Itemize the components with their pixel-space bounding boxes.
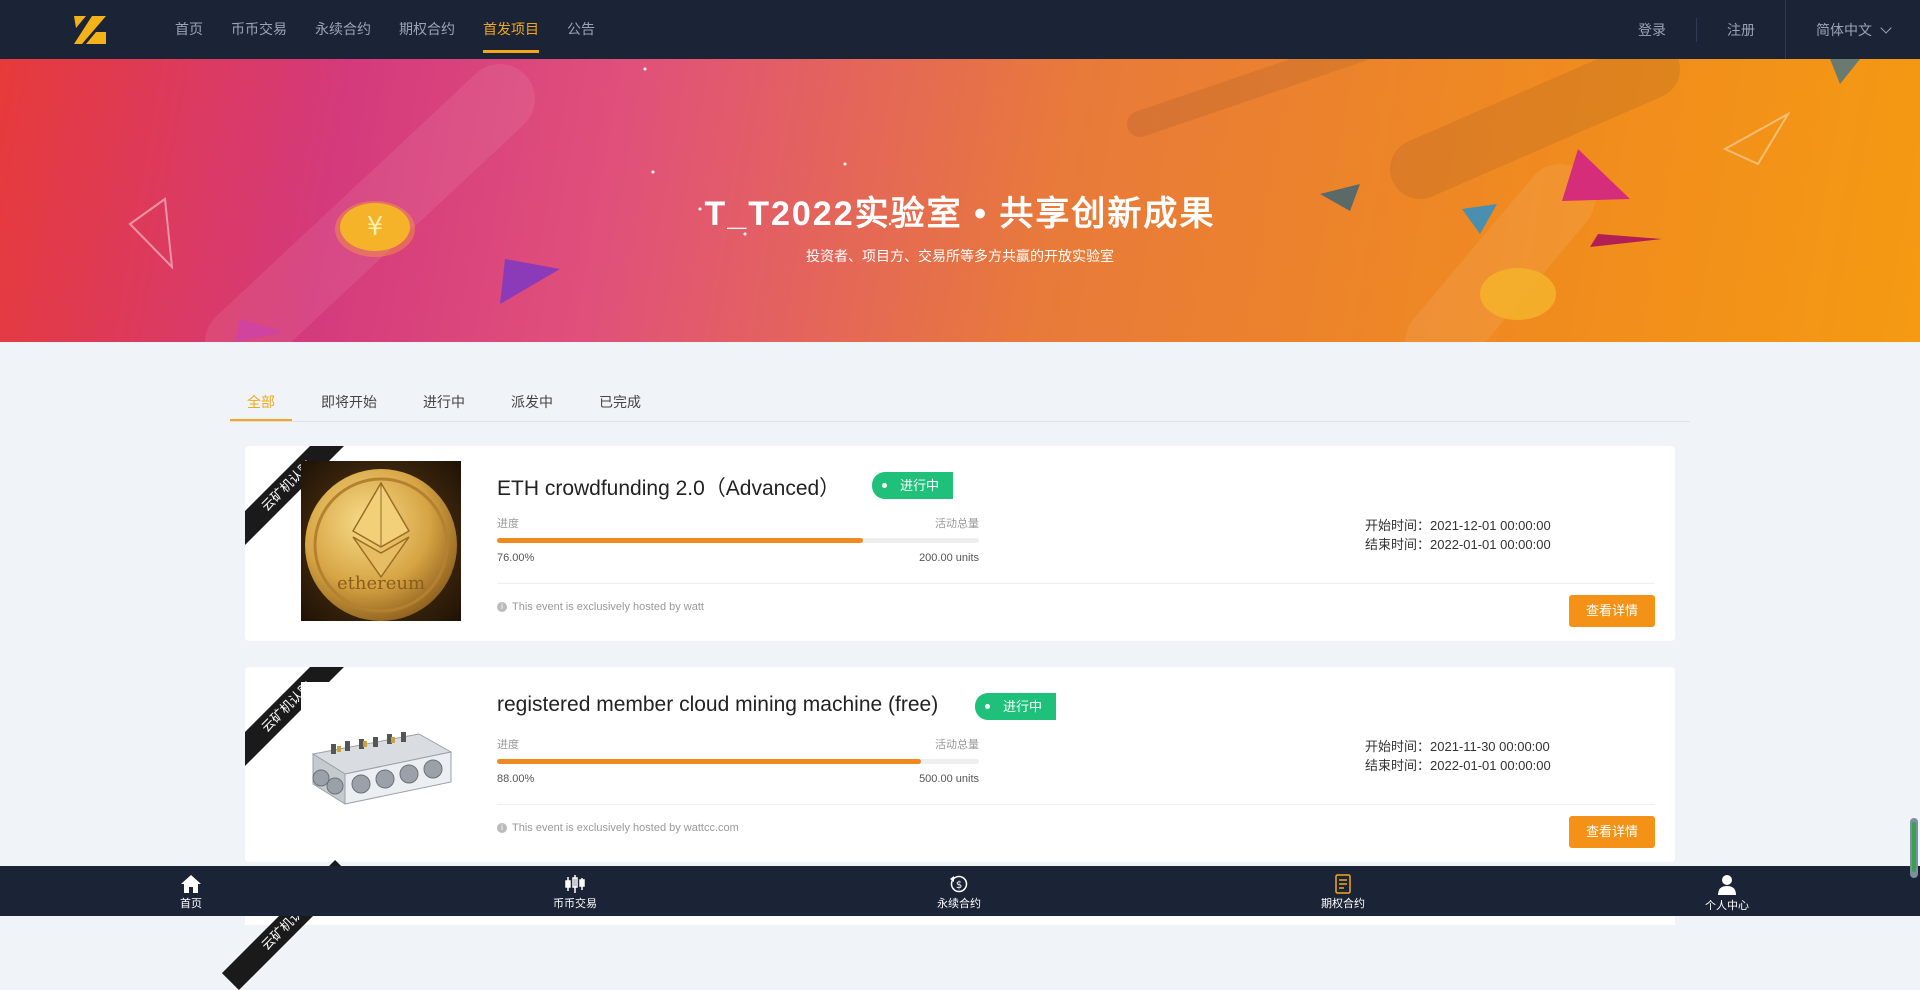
language-select[interactable]: 简体中文 — [1786, 20, 1920, 40]
mining-rig-image — [301, 682, 461, 842]
register-link[interactable]: 注册 — [1697, 20, 1785, 40]
main-nav: 首页 币币交易 永续合约 期权合约 首发项目 公告 — [175, 0, 623, 59]
bottom-nav-label: 个人中心 — [1705, 900, 1749, 912]
bottom-nav-label: 期权合约 — [1321, 898, 1365, 910]
nav-home[interactable]: 首页 — [175, 0, 203, 59]
contract-coin-icon: $ — [950, 875, 968, 893]
svg-text:ethereum: ethereum — [337, 573, 425, 594]
status-badge: 进行中 — [872, 472, 954, 499]
hero-banner: ¥ T_T2022实验室 • 共享创新成果 投资者、项目方、交易所等多方共赢的开… — [0, 59, 1920, 342]
host-note: i This event is exclusively hosted by wa… — [497, 601, 704, 613]
total-value: 200.00 units — [919, 552, 979, 564]
tab-completed[interactable]: 已完成 — [582, 385, 658, 421]
logo-icon[interactable] — [72, 12, 108, 48]
document-icon — [1335, 874, 1351, 894]
nav-options[interactable]: 期权合约 — [399, 0, 455, 59]
project-title[interactable]: ETH crowdfunding 2.0（Advanced） — [497, 472, 840, 502]
banner-title: T_T2022实验室 • 共享创新成果 — [704, 195, 1216, 233]
status-tabs: 全部 即将开始 进行中 派发中 已完成 — [230, 385, 1690, 422]
host-note: i This event is exclusively hosted by wa… — [497, 822, 739, 834]
bottom-nav-profile[interactable]: 个人中心 — [1667, 866, 1787, 916]
view-details-button[interactable]: 查看详情 — [1569, 595, 1655, 627]
chevron-down-icon — [1880, 21, 1892, 34]
login-link[interactable]: 登录 — [1608, 20, 1696, 40]
start-time: 开始时间：2021-11-30 00:00:00 — [1365, 739, 1550, 754]
ethereum-coin-image: ethereum — [301, 461, 461, 621]
bottom-nav-label: 币币交易 — [553, 898, 597, 910]
bottom-nav-perpetual[interactable]: $ 永续合约 — [899, 866, 1019, 916]
top-nav: 首页 币币交易 永续合约 期权合约 首发项目 公告 登录 注册 简体中文 — [0, 0, 1920, 59]
project-card: 云矿机认购 registered member cloud mining mac… — [245, 667, 1675, 862]
bottom-nav-label: 永续合约 — [937, 898, 981, 910]
progress-value: 88.00% — [497, 773, 535, 785]
tab-distributing[interactable]: 派发中 — [494, 385, 570, 421]
end-time: 结束时间：2022-01-01 00:00:00 — [1365, 758, 1551, 773]
bottom-nav-options[interactable]: 期权合约 — [1283, 866, 1403, 916]
view-details-button[interactable]: 查看详情 — [1569, 816, 1655, 848]
tab-upcoming[interactable]: 即将开始 — [304, 385, 394, 421]
end-time: 结束时间：2022-01-01 00:00:00 — [1365, 537, 1551, 552]
tab-all[interactable]: 全部 — [230, 385, 292, 421]
nav-launchpad[interactable]: 首发项目 — [483, 0, 539, 59]
project-card: 云矿机认购 ethereum ETH crowdfunding 2.0（Adva… — [245, 446, 1675, 641]
svg-text:$: $ — [956, 880, 962, 891]
start-time: 开始时间：2021-12-01 00:00:00 — [1365, 518, 1551, 533]
scrollbar-thumb[interactable] — [1910, 818, 1918, 878]
bottom-nav-home[interactable]: 首页 — [131, 866, 251, 916]
project-title[interactable]: registered member cloud mining machine (… — [497, 693, 938, 717]
scrollbar-thumb-inner — [1912, 822, 1916, 872]
nav-account: 登录 注册 简体中文 — [1608, 0, 1920, 59]
nav-announcements[interactable]: 公告 — [567, 0, 595, 59]
card-divider — [497, 583, 1655, 584]
progress-value: 76.00% — [497, 552, 535, 564]
card-divider — [497, 804, 1655, 805]
progress-bar-fill — [497, 759, 922, 764]
info-icon: i — [497, 823, 507, 833]
banner-subtitle: 投资者、项目方、交易所等多方共赢的开放实验室 — [806, 248, 1114, 264]
host-text: This event is exclusively hosted by watt — [512, 601, 704, 613]
status-badge: 进行中 — [975, 693, 1057, 720]
host-text: This event is exclusively hosted by watt… — [512, 822, 739, 834]
bottom-nav-label: 首页 — [180, 898, 202, 910]
total-label: 活动总量 — [935, 518, 979, 530]
bottom-nav: 首页 币币交易 $ 永续合约 期权合约 个人中心 — [0, 866, 1920, 916]
total-value: 500.00 units — [919, 773, 979, 785]
home-icon — [181, 875, 201, 893]
user-icon — [1718, 875, 1736, 895]
progress-bar — [497, 538, 979, 543]
nav-spot-trading[interactable]: 币币交易 — [231, 0, 287, 59]
progress-bar-fill — [497, 538, 864, 543]
progress-label: 进度 — [497, 518, 519, 530]
language-label: 简体中文 — [1816, 21, 1872, 38]
progress-bar — [497, 759, 979, 764]
progress-label: 进度 — [497, 739, 519, 751]
bottom-nav-spot[interactable]: 币币交易 — [515, 866, 635, 916]
candlestick-icon — [565, 875, 585, 893]
tab-in-progress[interactable]: 进行中 — [406, 385, 482, 421]
nav-perpetual[interactable]: 永续合约 — [315, 0, 371, 59]
info-icon: i — [497, 602, 507, 612]
total-label: 活动总量 — [935, 739, 979, 751]
